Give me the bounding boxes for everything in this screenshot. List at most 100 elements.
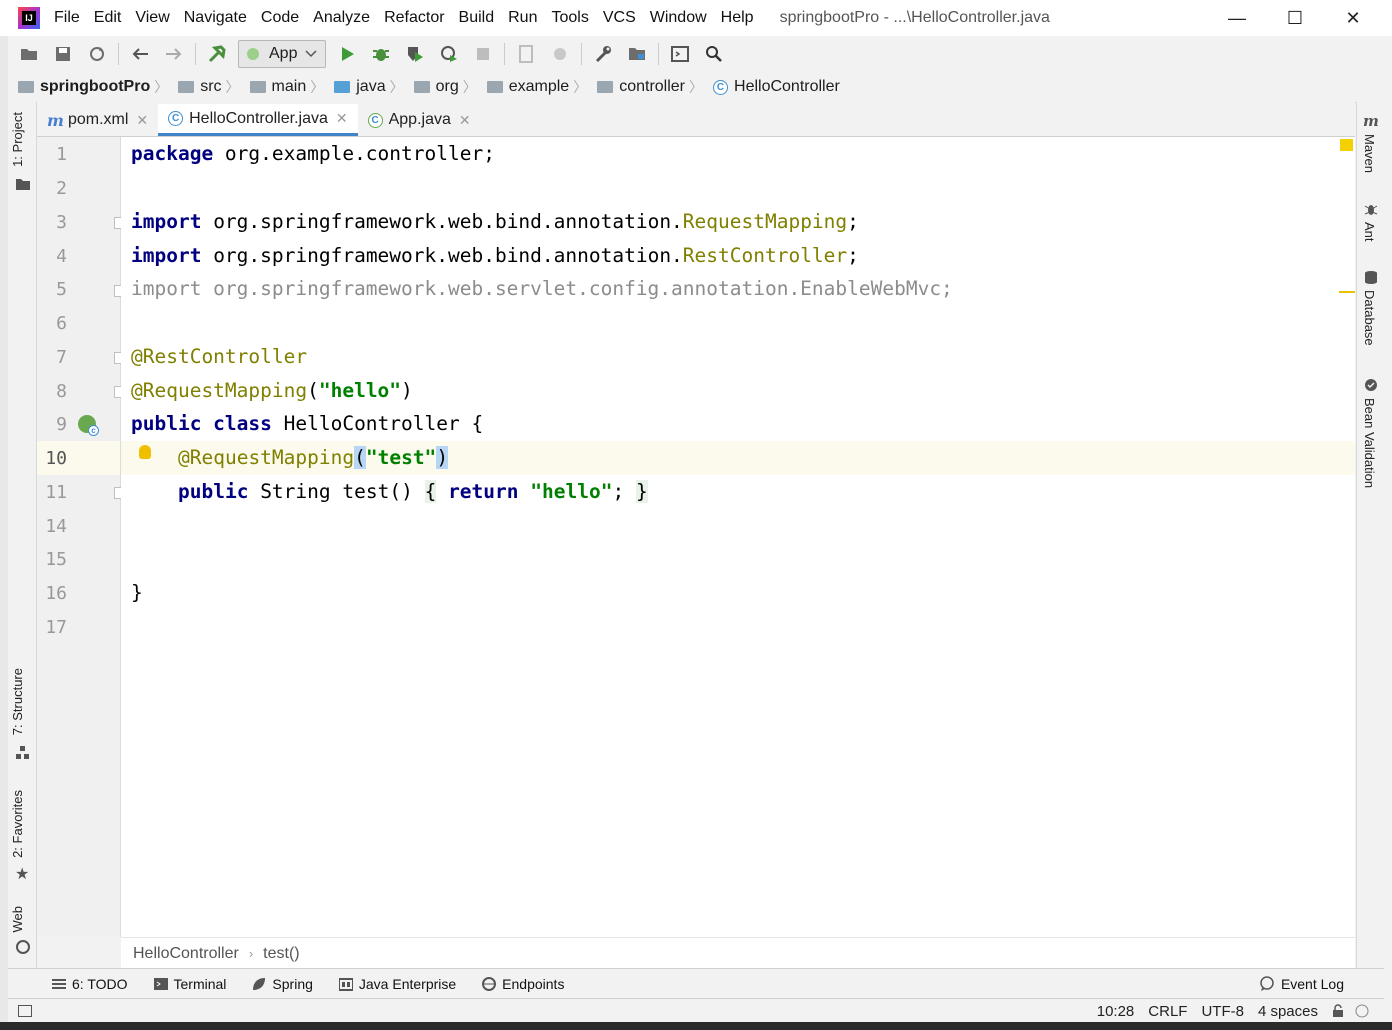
- menu-window[interactable]: Window: [650, 9, 707, 27]
- tool-windows-toggle-icon[interactable]: [18, 1005, 32, 1017]
- tool-tab-favorites[interactable]: 2: Favorites: [10, 790, 25, 858]
- code-editor[interactable]: package org.example.controller; import o…: [121, 137, 1355, 937]
- tool-tab-ant[interactable]: Ant: [1362, 222, 1377, 242]
- breadcrumb-java[interactable]: java: [334, 78, 386, 96]
- left-tool-strip: 1: Project 7: Structure 2: Favorites ★ W…: [8, 102, 37, 968]
- editor-gutter[interactable]: 1 2 3 4 5 6 7 8 9 10 11 14 15 16 17 c: [37, 137, 126, 937]
- breadcrumb-label: org: [435, 78, 459, 95]
- debug-icon[interactable]: [368, 41, 394, 67]
- file-encoding[interactable]: UTF-8: [1201, 1003, 1244, 1020]
- endpoints-globe-icon: [482, 977, 497, 991]
- menu-run[interactable]: Run: [508, 9, 537, 27]
- deploy-icon[interactable]: [547, 41, 573, 67]
- minimize-button[interactable]: —: [1208, 0, 1266, 36]
- menu-navigate[interactable]: Navigate: [184, 9, 247, 27]
- tool-tab-project[interactable]: 1: Project: [10, 112, 25, 167]
- breadcrumb-project[interactable]: springbootPro: [18, 78, 150, 96]
- line-number: 3: [56, 212, 67, 233]
- menu-refactor[interactable]: Refactor: [384, 9, 444, 27]
- tool-label: Endpoints: [502, 976, 565, 992]
- sync-icon[interactable]: [84, 41, 110, 67]
- line-number: 17: [45, 617, 67, 638]
- close-tab-icon[interactable]: ✕: [336, 110, 348, 127]
- event-log-bubble-icon: [1260, 976, 1274, 991]
- save-all-icon[interactable]: [50, 41, 76, 67]
- bottom-tool-bar: 6: TODO Terminal Spring Java Enterprise …: [8, 968, 1384, 999]
- attach-debugger-icon[interactable]: [513, 41, 539, 67]
- close-window-button[interactable]: ✕: [1324, 0, 1382, 36]
- warning-stripe-marker[interactable]: [1339, 291, 1355, 293]
- breadcrumb-hellocontroller[interactable]: C HelloController: [713, 78, 840, 96]
- class-icon: C: [168, 111, 184, 126]
- code-crumb-method[interactable]: test(): [263, 945, 299, 963]
- menu-code[interactable]: Code: [261, 9, 299, 27]
- tool-tab-maven[interactable]: Maven: [1362, 134, 1377, 173]
- tool-java-enterprise[interactable]: Java Enterprise: [338, 976, 456, 992]
- tool-endpoints[interactable]: Endpoints: [482, 976, 564, 992]
- back-arrow-icon[interactable]: [127, 41, 153, 67]
- run-icon[interactable]: [334, 41, 360, 67]
- terminal-window-icon[interactable]: [667, 41, 693, 67]
- chevron-right-icon: 〉: [310, 79, 325, 95]
- settings-wrench-icon[interactable]: [590, 41, 616, 67]
- menu-edit[interactable]: Edit: [94, 9, 122, 27]
- run-with-coverage-icon[interactable]: [402, 41, 428, 67]
- line-number: 7: [56, 347, 67, 368]
- forward-arrow-icon[interactable]: [161, 41, 187, 67]
- toolbar-separator: [118, 43, 119, 65]
- navigation-breadcrumb: springbootPro 〉 src 〉 main 〉 java 〉 org …: [8, 72, 1384, 103]
- profile-icon[interactable]: [436, 41, 462, 67]
- right-tool-strip: m Maven Ant Database Bean Validation: [1356, 102, 1385, 968]
- tool-event-log[interactable]: Event Log: [1259, 976, 1344, 992]
- menu-view[interactable]: View: [135, 9, 169, 27]
- breadcrumb-org[interactable]: org: [413, 78, 459, 96]
- breadcrumb-src[interactable]: src: [178, 78, 222, 96]
- menu-build[interactable]: Build: [459, 9, 495, 27]
- tool-terminal[interactable]: Terminal: [153, 976, 226, 992]
- ant-icon: [1364, 205, 1378, 215]
- breadcrumb-controller[interactable]: controller: [597, 78, 685, 96]
- code-line-1: package org.example.controller;: [131, 142, 495, 165]
- tab-app-java[interactable]: C App.java ✕: [358, 104, 481, 136]
- project-structure-icon[interactable]: [624, 41, 650, 67]
- close-tab-icon[interactable]: ✕: [459, 112, 471, 129]
- chevron-right-icon: 〉: [225, 79, 240, 95]
- code-breadcrumb: HelloController › test(): [121, 937, 1355, 969]
- inspector-face-icon[interactable]: [1354, 1004, 1370, 1018]
- menu-analyze[interactable]: Analyze: [313, 9, 370, 27]
- project-folder-icon: [16, 179, 30, 190]
- close-tab-icon[interactable]: ✕: [136, 112, 148, 129]
- open-folder-icon[interactable]: [16, 41, 42, 67]
- code-crumb-class[interactable]: HelloController: [133, 945, 239, 963]
- caret-position[interactable]: 10:28: [1097, 1003, 1135, 1020]
- tool-tab-structure[interactable]: 7: Structure: [10, 668, 25, 735]
- breadcrumb-main[interactable]: main: [249, 78, 306, 96]
- search-icon[interactable]: [701, 41, 727, 67]
- lock-icon[interactable]: [1332, 1004, 1344, 1018]
- menu-help[interactable]: Help: [721, 9, 754, 27]
- tool-todo[interactable]: 6: TODO: [52, 976, 128, 992]
- build-hammer-icon[interactable]: [204, 41, 230, 67]
- tool-tab-database[interactable]: Database: [1362, 290, 1377, 346]
- code-line-7: @RestController: [131, 345, 308, 368]
- menu-file[interactable]: File: [54, 9, 80, 27]
- line-separator[interactable]: CRLF: [1148, 1003, 1187, 1020]
- breadcrumb-example[interactable]: example: [486, 78, 570, 96]
- tool-tab-web[interactable]: Web: [10, 906, 25, 933]
- lightbulb-icon[interactable]: [139, 445, 151, 459]
- tab-hellocontroller-java[interactable]: C HelloController.java ✕: [158, 104, 358, 136]
- chevron-right-icon: 〉: [689, 79, 704, 95]
- run-configuration-select[interactable]: App: [238, 40, 327, 68]
- menu-tools[interactable]: Tools: [551, 9, 588, 27]
- breadcrumb-label: example: [508, 78, 570, 95]
- tab-pom-xml[interactable]: m pom.xml ✕: [37, 104, 158, 136]
- stop-icon[interactable]: [470, 41, 496, 67]
- class-icon: C: [713, 79, 729, 95]
- indent-setting[interactable]: 4 spaces: [1258, 1003, 1318, 1020]
- warning-indicator-icon[interactable]: [1340, 139, 1353, 151]
- tool-tab-bean-validation[interactable]: Bean Validation: [1362, 398, 1377, 488]
- spring-bean-gutter-icon[interactable]: c: [78, 415, 99, 436]
- maximize-button[interactable]: ☐: [1266, 0, 1324, 36]
- menu-vcs[interactable]: VCS: [603, 9, 636, 27]
- tool-spring[interactable]: Spring: [252, 976, 313, 992]
